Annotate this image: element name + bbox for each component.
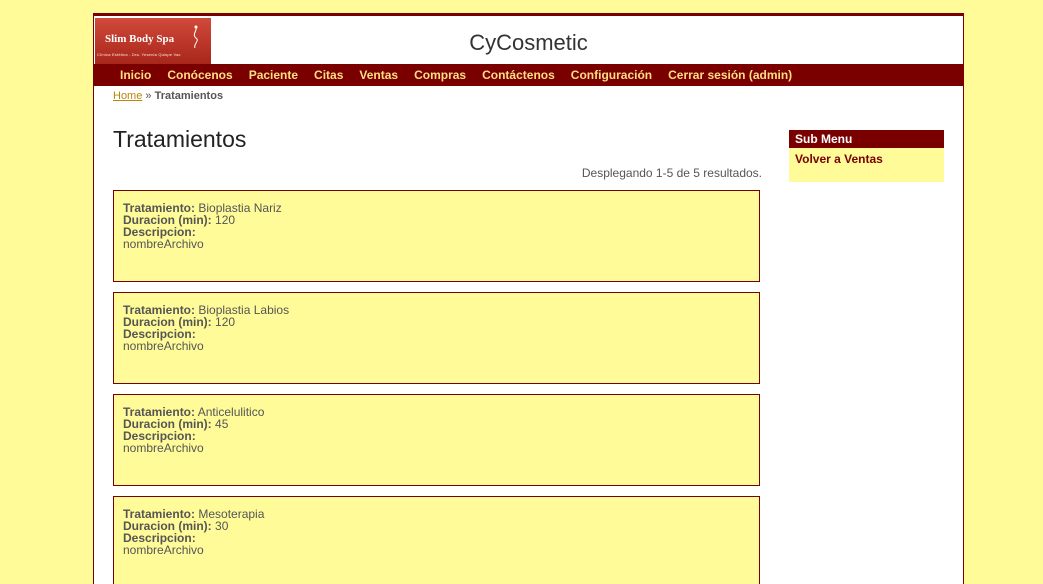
nav-ventas[interactable]: Ventas [359,68,398,82]
header: Slim Body Spa Clínica Estética - Dra. Ye… [94,16,963,64]
site-title: CyCosmetic [469,30,588,55]
breadcrumb-current: Tratamientos [154,90,224,102]
page-title: Tratamientos [113,126,247,152]
archivo-value: nombreArchivo [123,237,204,251]
list-item: Tratamiento: Mesoterapia Duracion (min):… [113,496,760,584]
sub-menu: Sub Menu Volver a Ventas [789,130,944,182]
nav-cerrar-sesion[interactable]: Cerrar sesión (admin) [668,68,792,82]
breadcrumb-home[interactable]: Home [113,90,142,102]
archivo-value: nombreArchivo [123,543,204,557]
archivo-value: nombreArchivo [123,339,204,353]
archivo-value: nombreArchivo [123,441,204,455]
main-content: Tratamientos Desplegando 1-5 de 5 result… [113,126,762,584]
duracion-value: 120 [215,213,236,227]
nav-contactenos[interactable]: Contáctenos [482,68,555,82]
list-item: Tratamiento: Bioplastia Nariz Duracion (… [113,190,760,282]
results-summary: Desplegando 1-5 de 5 resultados. [581,166,762,180]
breadcrumb: Home » Tratamientos [94,86,963,102]
duracion-value: 45 [215,417,229,431]
nav-compras[interactable]: Compras [414,68,466,82]
sub-menu-title: Sub Menu [789,130,944,148]
main-nav: Inicio Conócenos Paciente Citas Ventas C… [94,64,963,86]
duracion-value: 120 [215,315,236,329]
duracion-value: 30 [215,519,229,533]
nav-paciente[interactable]: Paciente [249,68,298,82]
page-container: Slim Body Spa Clínica Estética - Dra. Ye… [93,13,964,584]
nav-configuracion[interactable]: Configuración [571,68,652,82]
breadcrumb-separator: » [145,90,152,102]
nav-citas[interactable]: Citas [314,68,343,82]
nav-conocenos[interactable]: Conócenos [167,68,232,82]
volver-a-ventas-link[interactable]: Volver a Ventas [789,152,944,166]
list-item: Tratamiento: Bioplastia Labios Duracion … [113,292,760,384]
sub-menu-body: Volver a Ventas [789,148,944,182]
nav-inicio[interactable]: Inicio [120,68,151,82]
list-item: Tratamiento: Anticelulitico Duracion (mi… [113,394,760,486]
